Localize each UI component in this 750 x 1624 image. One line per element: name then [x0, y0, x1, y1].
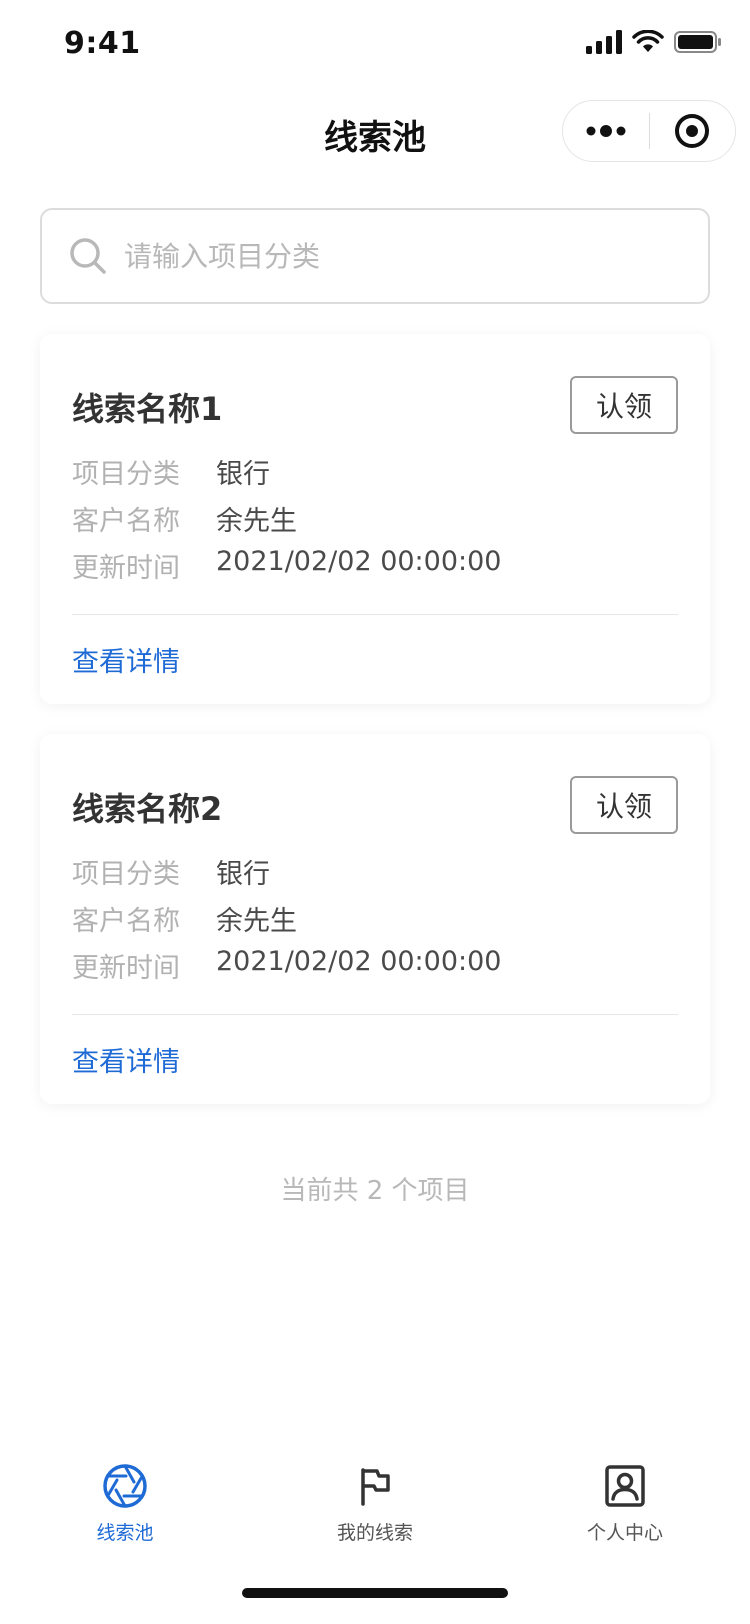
- search-input[interactable]: [122, 238, 686, 274]
- search-icon: [70, 238, 106, 274]
- info-label: 项目分类: [72, 459, 180, 490]
- info-value: 银行: [216, 859, 270, 890]
- card-divider: [72, 614, 678, 615]
- claim-button[interactable]: 认领: [570, 776, 678, 834]
- info-row-category: 项目分类 银行: [72, 852, 270, 891]
- mini-program-capsule: [562, 100, 736, 162]
- user-badge-icon: [605, 1465, 645, 1507]
- tab-label: 我的线索: [336, 1522, 413, 1544]
- lead-title: 线索名称1: [72, 390, 223, 428]
- signal-icon: [586, 30, 622, 54]
- tab-label: 线索池: [96, 1522, 154, 1544]
- tab-lead-pool[interactable]: 线索池: [0, 1448, 250, 1568]
- info-label: 更新时间: [72, 553, 180, 584]
- info-label: 客户名称: [72, 506, 180, 537]
- nav-bar: 线索池: [0, 88, 750, 178]
- info-value: 银行: [216, 459, 270, 490]
- status-time: 9:41: [64, 26, 141, 61]
- more-button[interactable]: [563, 101, 649, 161]
- claim-button[interactable]: 认领: [570, 376, 678, 434]
- view-details-link[interactable]: 查看详情: [72, 640, 180, 679]
- tab-my-leads[interactable]: 我的线索: [250, 1448, 500, 1568]
- card-divider: [72, 1014, 678, 1015]
- info-value: 2021/02/02 00:00:00: [216, 546, 502, 577]
- item-count-text: 当前共 2 个项目: [280, 1176, 470, 1206]
- status-icons: [586, 30, 722, 54]
- battery-icon: [674, 31, 721, 53]
- info-value: 余先生: [216, 506, 297, 537]
- info-row-updated: 更新时间 2021/02/02 00:00:00: [72, 546, 501, 585]
- view-details-link[interactable]: 查看详情: [72, 1040, 180, 1079]
- info-value: 余先生: [216, 906, 297, 937]
- info-value: 2021/02/02 00:00:00: [216, 946, 502, 977]
- info-row-category: 项目分类 银行: [72, 452, 270, 491]
- lead-card: 线索名称1 认领 项目分类 银行 客户名称 余先生 更新时间 2021/02/0…: [40, 334, 710, 704]
- status-bar: 9:41: [0, 0, 750, 88]
- wifi-icon: [632, 30, 664, 52]
- target-icon: [675, 114, 710, 148]
- close-miniprogram-button[interactable]: [650, 101, 736, 161]
- lead-title: 线索名称2: [72, 790, 223, 828]
- more-dots-icon: [586, 125, 626, 137]
- flag-icon: [361, 1468, 390, 1506]
- info-row-customer: 客户名称 余先生: [72, 499, 297, 538]
- tab-profile[interactable]: 个人中心: [500, 1448, 750, 1568]
- tab-label: 个人中心: [586, 1522, 663, 1544]
- home-indicator[interactable]: [242, 1588, 508, 1598]
- tab-bar: 线索池 我的线索 个人中心: [0, 1448, 750, 1568]
- lead-card: 线索名称2 认领 项目分类 银行 客户名称 余先生 更新时间 2021/02/0…: [40, 734, 710, 1104]
- aperture-icon: [103, 1464, 147, 1508]
- info-row-updated: 更新时间 2021/02/02 00:00:00: [72, 946, 501, 985]
- info-label: 项目分类: [72, 859, 180, 890]
- info-label: 客户名称: [72, 906, 180, 937]
- info-label: 更新时间: [72, 953, 180, 984]
- info-row-customer: 客户名称 余先生: [72, 899, 297, 938]
- search-box[interactable]: [40, 208, 710, 304]
